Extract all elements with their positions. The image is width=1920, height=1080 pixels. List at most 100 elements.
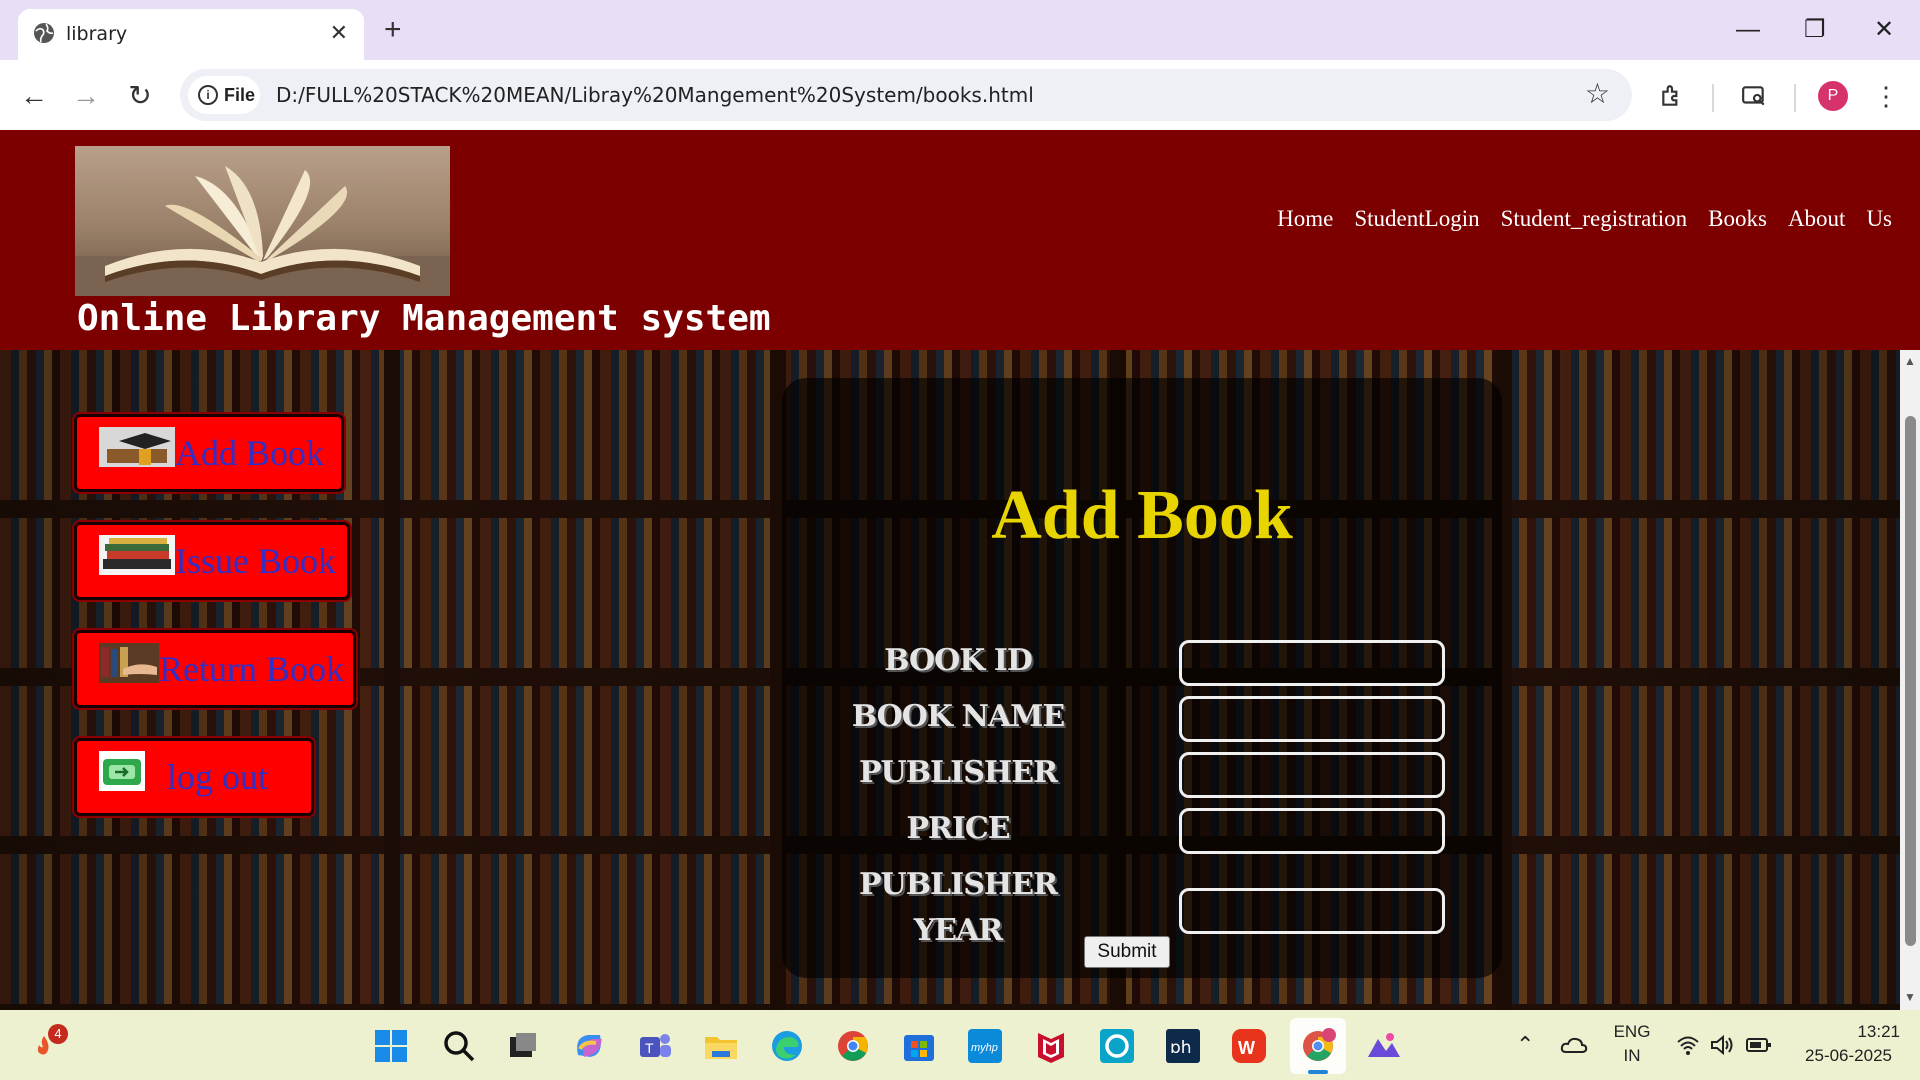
active-app-indicator — [1308, 1070, 1328, 1074]
form-title: Add Book — [991, 477, 1293, 554]
globe-icon — [34, 23, 54, 43]
volume-icon[interactable] — [1710, 1034, 1736, 1056]
svg-text:myhp: myhp — [971, 1042, 998, 1054]
edge-icon[interactable] — [768, 1027, 806, 1065]
extensions-icon[interactable] — [1654, 78, 1690, 114]
logout-label: log out — [167, 757, 269, 797]
region-indicator[interactable]: IN — [1612, 1046, 1652, 1066]
logout-icon — [99, 751, 145, 791]
publisher-label: PUBLISHER — [858, 755, 1058, 790]
return-book-button[interactable]: Return Book — [74, 630, 356, 708]
publisher-year-input[interactable] — [1179, 888, 1445, 934]
svg-text:W: W — [1238, 1038, 1255, 1058]
submit-button[interactable]: Submit — [1084, 936, 1170, 968]
add-book-form: Add Book BOOK ID BOOK NAME PUBLISHER PRI… — [782, 378, 1502, 978]
mcafee-icon[interactable] — [1032, 1027, 1070, 1065]
book-name-input[interactable] — [1179, 696, 1445, 742]
clock-time[interactable]: 13:21 — [1830, 1022, 1900, 1042]
minimize-button[interactable]: — — [1736, 12, 1760, 48]
bookmark-star-icon[interactable]: ☆ — [1585, 79, 1610, 109]
add-book-label: Add Book — [175, 433, 325, 473]
browser-toolbar: ← → ↻ i File D:/FULL%20STACK%20MEAN/Libr… — [0, 60, 1920, 130]
site-title: Online Library Management system — [77, 298, 771, 339]
task-view-icon[interactable] — [504, 1027, 542, 1065]
site-header: Online Library Management system Home St… — [0, 130, 1920, 350]
alexa-icon[interactable] — [1098, 1027, 1136, 1065]
file-explorer-icon[interactable] — [702, 1027, 740, 1065]
shelf-divider — [384, 350, 400, 1010]
photos-app-icon[interactable] — [1364, 1027, 1402, 1065]
main-nav: Home StudentLogin Student_registration B… — [1277, 206, 1892, 232]
nav-link-us[interactable]: Us — [1866, 206, 1892, 232]
nav-link-student-registration[interactable]: Student_registration — [1501, 206, 1688, 232]
book-name-label: BOOK NAME — [851, 699, 1065, 734]
price-input[interactable] — [1179, 808, 1445, 854]
tab-title: library — [66, 23, 128, 45]
book-id-label: BOOK ID — [884, 643, 1033, 678]
graduation-cap-books-icon — [99, 427, 175, 467]
logout-button[interactable]: log out — [74, 738, 314, 816]
search-icon[interactable] — [440, 1027, 478, 1065]
page-scrollbar[interactable]: ▲ ▼ — [1900, 350, 1920, 1010]
svg-text:ɒh: ɒh — [1170, 1038, 1192, 1058]
chrome-active-app[interactable] — [1290, 1018, 1346, 1074]
wps-office-icon[interactable]: W — [1230, 1027, 1268, 1065]
digit-app-icon[interactable]: ɒh — [1164, 1027, 1202, 1065]
svg-text:T: T — [645, 1040, 654, 1056]
scroll-down-arrow-icon[interactable]: ▼ — [1904, 990, 1916, 1004]
issue-book-button[interactable]: Issue Book — [74, 522, 350, 600]
publisher-input[interactable] — [1179, 752, 1445, 798]
add-book-button[interactable]: Add Book — [74, 414, 344, 492]
issue-book-label: Issue Book — [175, 541, 336, 581]
info-icon: i — [198, 85, 218, 105]
url-text[interactable]: D:/FULL%20STACK%20MEAN/Libray%20Mangemen… — [276, 83, 1034, 107]
nav-link-books[interactable]: Books — [1708, 206, 1767, 232]
reload-button[interactable]: ↻ — [122, 78, 158, 114]
bookshelf-background: Add Book Issue Book Return Book log out … — [0, 350, 1900, 1010]
return-book-label: Return Book — [159, 649, 344, 689]
toolbar-divider — [1794, 84, 1796, 112]
hand-returning-book-icon — [99, 643, 159, 683]
scroll-up-arrow-icon[interactable]: ▲ — [1904, 354, 1916, 368]
show-hidden-icons-chevron-icon[interactable]: ⌃ — [1516, 1032, 1534, 1058]
windows-start-icon[interactable] — [372, 1027, 410, 1065]
back-button[interactable]: ← — [16, 78, 52, 114]
browser-tab[interactable]: library ✕ — [18, 9, 364, 60]
battery-icon[interactable] — [1746, 1036, 1772, 1054]
nav-link-student-login[interactable]: StudentLogin — [1354, 206, 1479, 232]
microsoft-store-icon[interactable] — [900, 1027, 938, 1065]
windows-taskbar: 4 T myhp ɒh W ⌃ ENG IN 13:21 25-06-2025 — [0, 1010, 1920, 1080]
tab-close-icon[interactable]: ✕ — [330, 20, 348, 46]
new-tab-button[interactable]: + — [384, 12, 402, 48]
browser-tabstrip: library ✕ + — ❐ ✕ — [0, 0, 1920, 60]
clock-date[interactable]: 25-06-2025 — [1796, 1046, 1892, 1066]
stacked-books-icon — [99, 535, 175, 575]
nav-link-about[interactable]: About — [1788, 206, 1846, 232]
language-indicator[interactable]: ENG — [1612, 1022, 1652, 1042]
weather-widget[interactable]: 4 — [30, 1024, 68, 1060]
restore-button[interactable]: ❐ — [1804, 12, 1826, 48]
chrome-profile-icon — [1303, 1028, 1336, 1061]
menu-kebab-icon[interactable]: ⋮ — [1868, 78, 1904, 114]
toolbar-divider — [1712, 84, 1714, 112]
price-label: PRICE — [906, 811, 1010, 846]
publisher-year-label: PUBLISHER YEAR — [858, 867, 1058, 948]
copilot-icon[interactable] — [570, 1027, 608, 1065]
book-id-input[interactable] — [1179, 640, 1445, 686]
tab-search-icon[interactable] — [1736, 78, 1772, 114]
chrome-icon[interactable] — [834, 1027, 872, 1065]
wifi-icon[interactable] — [1676, 1034, 1700, 1056]
myhp-icon[interactable]: myhp — [966, 1027, 1004, 1065]
nav-link-home[interactable]: Home — [1277, 206, 1333, 232]
site-info-label: File — [224, 85, 256, 105]
forward-button[interactable]: → — [68, 78, 104, 114]
onedrive-cloud-icon[interactable] — [1560, 1034, 1588, 1056]
teams-icon[interactable]: T — [636, 1027, 674, 1065]
scroll-thumb[interactable] — [1905, 416, 1916, 946]
site-info-chip[interactable]: i File — [188, 76, 260, 114]
address-bar[interactable]: i File D:/FULL%20STACK%20MEAN/Libray%20M… — [180, 69, 1632, 121]
open-book-logo — [75, 146, 450, 296]
profile-avatar[interactable]: P — [1818, 81, 1848, 111]
notification-badge: 4 — [48, 1024, 68, 1044]
close-window-button[interactable]: ✕ — [1874, 12, 1894, 48]
